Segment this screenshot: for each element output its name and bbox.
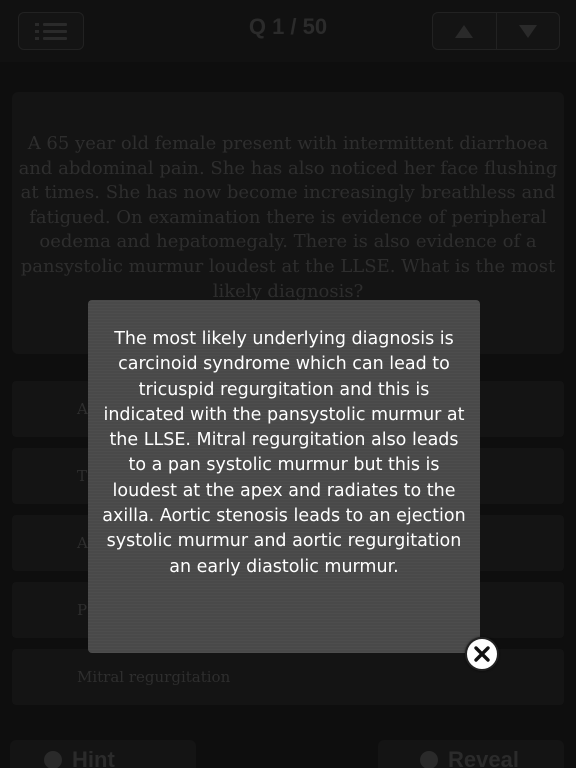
previous-question-button[interactable] — [433, 13, 496, 49]
key-icon — [420, 751, 438, 768]
close-button[interactable] — [465, 637, 499, 671]
menu-button[interactable] — [18, 12, 84, 50]
bulb-icon — [44, 751, 62, 768]
answer-label: P — [77, 601, 88, 619]
list-icon — [35, 22, 67, 40]
question-counter: Q 1 / 50 — [248, 14, 328, 39]
top-bar: Q 1 / 50 — [0, 0, 576, 62]
question-text: A 65 year old female present with interm… — [18, 133, 558, 302]
next-question-button[interactable] — [495, 13, 560, 49]
answer-label: T — [77, 467, 88, 485]
close-icon — [474, 646, 490, 662]
triangle-down-icon — [518, 24, 537, 38]
reveal-button[interactable]: Reveal — [378, 740, 564, 768]
hint-label: Hint — [72, 747, 115, 768]
hint-button[interactable]: Hint — [10, 740, 196, 768]
answer-label: Mitral regurgitation — [77, 668, 231, 686]
explanation-text: The most likely underlying diagnosis is … — [102, 329, 466, 577]
reveal-label: Reveal — [448, 747, 519, 768]
explanation-modal: The most likely underlying diagnosis is … — [88, 300, 480, 653]
triangle-up-icon — [455, 24, 474, 38]
question-nav — [432, 12, 560, 50]
answer-label: A — [77, 534, 88, 552]
answer-label: A — [77, 400, 88, 418]
